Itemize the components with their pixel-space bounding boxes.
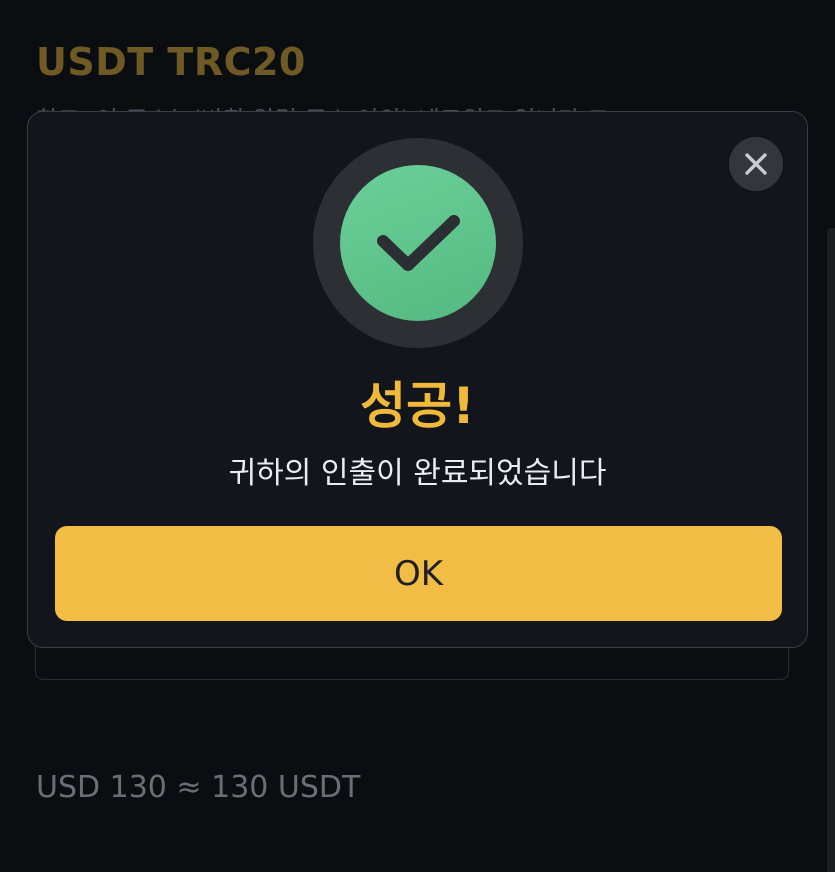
- success-dialog: 성공! 귀하의 인출이 완료되었습니다 OK: [27, 111, 808, 648]
- page-title: USDT TRC20: [36, 40, 306, 84]
- close-icon[interactable]: [743, 151, 769, 177]
- success-icon-ring: [313, 138, 523, 348]
- success-icon-circle: [340, 165, 496, 321]
- ok-button[interactable]: OK: [55, 526, 782, 621]
- close-button[interactable]: [729, 137, 783, 191]
- conversion-text: USD 130 ≈ 130 USDT: [36, 770, 361, 805]
- dialog-message: 귀하의 인출이 완료되었습니다: [228, 456, 607, 491]
- check-circle-icon: [377, 215, 460, 271]
- dialog-title: 성공!: [360, 377, 475, 435]
- scrollbar[interactable]: [827, 228, 835, 872]
